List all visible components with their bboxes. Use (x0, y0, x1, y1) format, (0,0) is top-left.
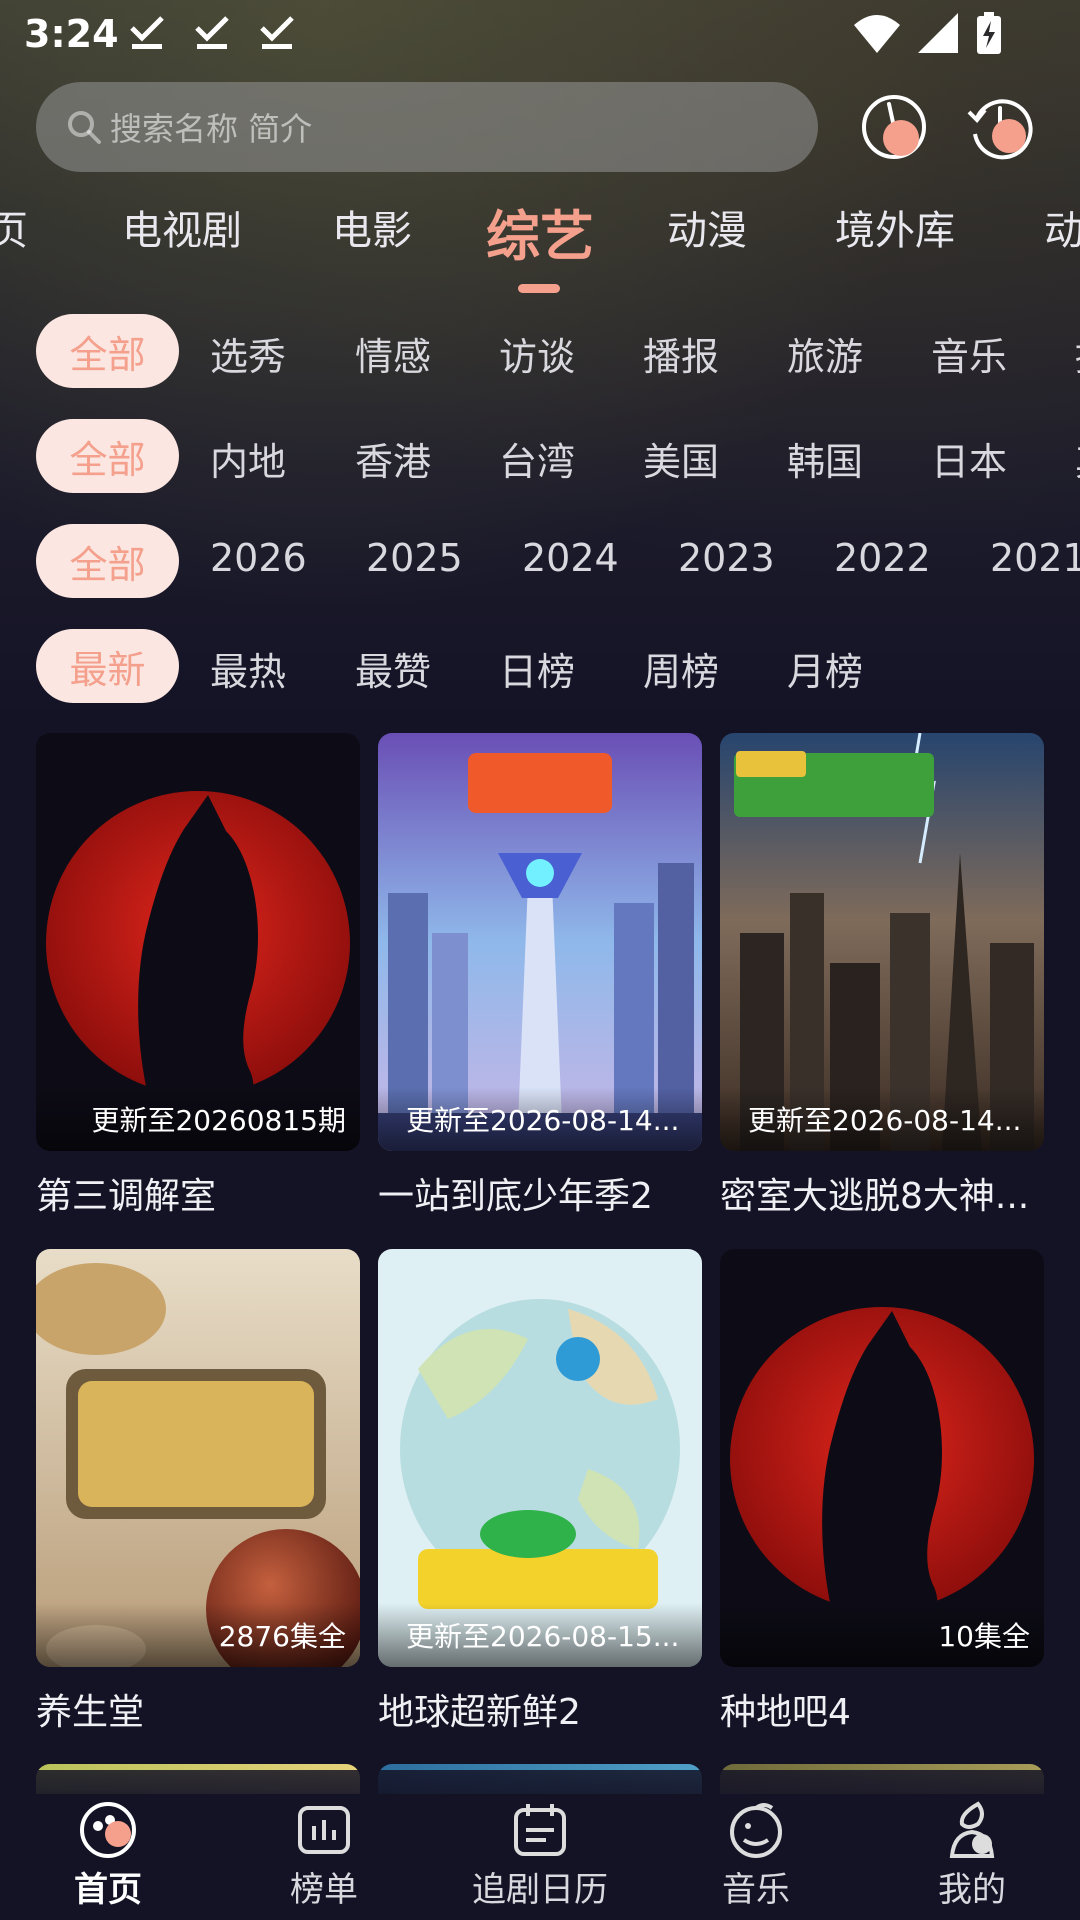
download-done-icon (195, 16, 229, 49)
show-title: 一站到底少年季2 (378, 1176, 653, 1217)
search-placeholder: 搜索名称 简介 (110, 110, 313, 148)
nav-ranking[interactable]: 榜单 (216, 1800, 432, 1911)
region-filter-row: 全部 内地 香港 台湾 美国 韩国 日本 其 (0, 419, 1080, 493)
genre-filter-item[interactable]: 播报 (643, 326, 719, 381)
genre-filter-item[interactable]: 旅游 (787, 326, 863, 381)
history-icon[interactable] (965, 92, 1035, 162)
episode-badge: 更新至20260815期 (36, 1087, 360, 1151)
year-filter-item[interactable]: 2024 (522, 536, 619, 580)
sort-filter-item[interactable]: 周榜 (643, 641, 719, 696)
status-bar: 3:24 (0, 0, 1080, 70)
bottom-navigation: 首页 榜单 追剧日历 音乐 我的 (0, 1770, 1080, 1920)
sort-filter-latest[interactable]: 最新 (36, 629, 179, 703)
calendar-icon (514, 1804, 566, 1856)
nav-label: 首页 (74, 1870, 142, 1910)
search-input[interactable]: 搜索名称 简介 (36, 82, 818, 172)
show-card[interactable]: 10集全 种地吧4 (720, 1249, 1044, 1735)
signal-icon (918, 13, 958, 53)
show-title: 种地吧4 (720, 1692, 851, 1733)
year-filter-all[interactable]: 全部 (36, 524, 179, 598)
genre-filter-all[interactable]: 全部 (36, 314, 179, 388)
tab-anime[interactable]: 动漫 (667, 198, 747, 256)
show-title: 地球超新鲜2 (378, 1692, 581, 1733)
show-card[interactable]: 更新至2026-08-14... 一站到底少年季2 (378, 733, 702, 1219)
status-time: 3:24 (24, 12, 119, 56)
year-filter-item[interactable]: 2022 (834, 536, 931, 580)
sort-filter-item[interactable]: 最赞 (355, 641, 431, 696)
nav-label: 追剧日历 (472, 1870, 608, 1910)
episode-badge: 10集全 (720, 1603, 1044, 1667)
genre-filter-item[interactable]: 情感 (355, 326, 431, 381)
tab-overseas[interactable]: 境外库 (835, 198, 955, 256)
region-filter-item[interactable]: 其 (1075, 431, 1080, 486)
year-filter-item[interactable]: 2021 (990, 536, 1080, 580)
episode-badge: 2876集全 (36, 1603, 360, 1667)
year-filter-item[interactable]: 2025 (366, 536, 463, 580)
tab-home[interactable]: 页 (0, 198, 28, 256)
tab-movies[interactable]: 电影 (332, 198, 412, 256)
nav-label: 我的 (938, 1870, 1006, 1910)
nav-home[interactable]: 首页 (0, 1800, 216, 1911)
nav-music[interactable]: 音乐 (648, 1800, 864, 1911)
show-card[interactable]: 更新至20260815期 第三调解室 (36, 733, 360, 1219)
status-icons (854, 12, 1002, 54)
clock-icon[interactable] (859, 92, 929, 162)
tab-variety[interactable]: 综艺 (486, 192, 594, 271)
show-card[interactable]: 更新至2026-08-14... 密室大逃脱8大神... (720, 733, 1044, 1219)
episode-badge: 更新至2026-08-15... (378, 1603, 702, 1667)
nav-label: 音乐 (722, 1870, 790, 1910)
battery-charging-icon (977, 12, 1001, 54)
poster-image: 更新至20260815期 (36, 733, 360, 1151)
sort-filter-item[interactable]: 最热 (210, 641, 286, 696)
region-filter-item[interactable]: 日本 (931, 431, 1007, 486)
poster-image: 更新至2026-08-14... (720, 733, 1044, 1151)
nav-label: 榜单 (290, 1870, 358, 1910)
home-icon (80, 1802, 136, 1858)
profile-icon (949, 1801, 995, 1858)
genre-filter-item[interactable]: 音乐 (931, 326, 1007, 381)
chart-icon (298, 1806, 350, 1854)
download-done-icon (260, 16, 294, 49)
download-done-icon (130, 16, 164, 49)
genre-filter-item[interactable]: 搞 (1075, 326, 1080, 381)
region-filter-item[interactable]: 韩国 (787, 431, 863, 486)
show-card[interactable]: 更新至2026-08-15... 地球超新鲜2 (378, 1249, 702, 1735)
sort-filter-item[interactable]: 月榜 (787, 641, 863, 696)
show-card[interactable]: 2876集全 养生堂 (36, 1249, 360, 1735)
region-filter-item[interactable]: 内地 (210, 431, 286, 486)
poster-image: 更新至2026-08-15... (378, 1249, 702, 1667)
tab-tv-series[interactable]: 电视剧 (122, 198, 242, 256)
episode-badge: 更新至2026-08-14... (720, 1087, 1044, 1151)
show-title: 第三调解室 (36, 1176, 217, 1217)
region-filter-item[interactable]: 美国 (643, 431, 719, 486)
sort-filter-item[interactable]: 日榜 (499, 641, 575, 696)
poster-image: 更新至2026-08-14... (378, 733, 702, 1151)
tab-more[interactable]: 动 (1044, 198, 1080, 256)
sort-filter-row: 最新 最热 最赞 日榜 周榜 月榜 (0, 629, 1080, 703)
region-filter-all[interactable]: 全部 (36, 419, 179, 493)
genre-filter-row: 全部 选秀 情感 访谈 播报 旅游 音乐 搞 (0, 314, 1080, 388)
poster-image: 10集全 (720, 1249, 1044, 1667)
show-title: 密室大逃脱8大神... (720, 1176, 1030, 1217)
region-filter-item[interactable]: 香港 (355, 431, 431, 486)
wifi-icon (854, 15, 900, 53)
genre-filter-item[interactable]: 选秀 (210, 326, 286, 381)
region-filter-item[interactable]: 台湾 (499, 431, 575, 486)
episode-badge: 更新至2026-08-14... (378, 1087, 702, 1151)
music-icon (730, 1803, 782, 1858)
nav-profile[interactable]: 我的 (864, 1800, 1080, 1911)
year-filter-item[interactable]: 2023 (678, 536, 775, 580)
genre-filter-item[interactable]: 访谈 (499, 326, 575, 381)
show-title: 养生堂 (36, 1692, 145, 1733)
category-tabs: 页 电视剧 电影 综艺 动漫 境外库 动 (0, 198, 1080, 268)
search-icon (68, 111, 101, 144)
year-filter-row: 全部 2026 2025 2024 2023 2022 2021 (0, 524, 1080, 598)
year-filter-item[interactable]: 2026 (210, 536, 307, 580)
nav-calendar[interactable]: 追剧日历 (432, 1800, 648, 1911)
poster-image: 2876集全 (36, 1249, 360, 1667)
active-tab-indicator (518, 284, 560, 293)
